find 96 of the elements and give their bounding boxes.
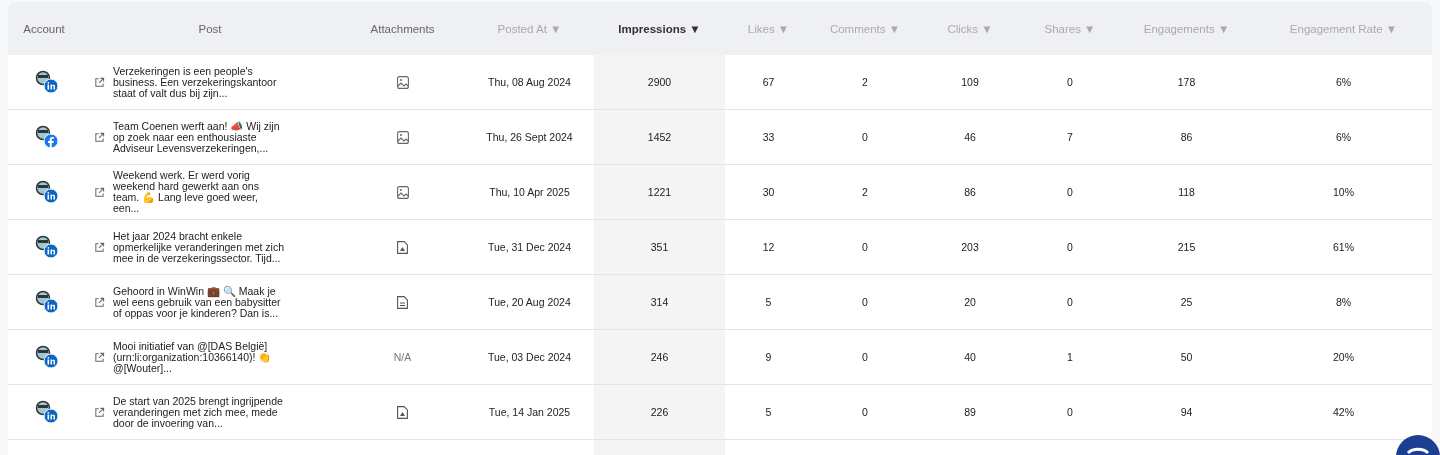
column-header: Attachments xyxy=(340,2,465,55)
table-cell: 246 xyxy=(650,351,669,363)
table-cell: 5 xyxy=(765,296,772,308)
table-cell: Tue, 31 Dec 2024 xyxy=(487,241,572,253)
table-cell: Tue, 20 Aug 2024 xyxy=(488,296,571,308)
table-cell: 0 xyxy=(862,351,868,363)
post-text: Team Coenen werft aan! 📣 Wij zijn op zoek naar een enthousiaste Adviseur Levensverzekeringen,... xyxy=(113,120,281,154)
column-header: Post xyxy=(80,2,340,55)
external-link-icon[interactable] xyxy=(94,241,105,253)
table-cell: 0 xyxy=(862,131,868,143)
table-cell: 42% xyxy=(1333,406,1354,418)
table-cell: 61% xyxy=(1333,241,1354,253)
table-cell: 178 xyxy=(1177,76,1196,88)
table-cell: 203 xyxy=(961,241,979,253)
column-header[interactable]: Clicks ▼ xyxy=(918,2,1022,55)
account-avatar-with-linkedin-badge-icon xyxy=(35,180,59,204)
account-avatar-with-linkedin-badge-icon xyxy=(35,345,59,369)
table-cell: 50 xyxy=(1180,351,1193,363)
table-cell: 20 xyxy=(964,296,976,308)
column-header[interactable]: Posted At ▼ xyxy=(465,2,594,55)
table-cell: 86 xyxy=(964,186,976,198)
table-cell: 0 xyxy=(862,296,868,308)
table-cell: 0 xyxy=(1067,406,1073,418)
column-header[interactable]: Engagement Rate ▼ xyxy=(1255,2,1432,55)
column-header[interactable]: Engagements ▼ xyxy=(1118,2,1255,55)
post-text: Gehoord in WinWin 💼 🔍 Maak je wel eens gebruik van een babysitter of oppas voor je kinderen? Dan is... xyxy=(113,285,282,319)
table-cell: 2900 xyxy=(647,76,672,88)
table-cell: Thu, 26 Sept 2024 xyxy=(486,131,573,143)
table-cell: 0 xyxy=(1067,76,1073,88)
table-cell: 8% xyxy=(1335,296,1352,308)
table-cell: 2 xyxy=(862,76,868,88)
table-cell: 226 xyxy=(650,406,669,418)
table-cell: 86 xyxy=(1180,131,1193,143)
account-avatar-with-linkedin-badge-icon xyxy=(35,400,59,424)
file-icon xyxy=(397,240,408,254)
table-cell: 94 xyxy=(1180,406,1193,418)
table-cell: 25 xyxy=(1180,296,1193,308)
column-header[interactable]: Likes ▼ xyxy=(725,2,812,55)
table-cell: 10% xyxy=(1333,186,1354,198)
column-header[interactable]: Shares ▼ xyxy=(1022,2,1118,55)
table-cell: 109 xyxy=(961,76,979,88)
table-cell: 118 xyxy=(1178,186,1195,198)
account-avatar-with-linkedin-badge-icon xyxy=(35,290,59,314)
table-cell: 33 xyxy=(762,131,775,143)
external-link-icon[interactable] xyxy=(94,296,105,308)
external-link-icon[interactable] xyxy=(94,186,105,198)
external-link-icon[interactable] xyxy=(94,131,105,143)
account-avatar-with-facebook-badge-icon xyxy=(35,125,59,149)
table-cell: 9 xyxy=(765,351,772,363)
external-link-icon[interactable] xyxy=(94,351,105,363)
file-icon xyxy=(397,405,408,419)
external-link-icon[interactable] xyxy=(94,76,105,88)
table-cell: 5 xyxy=(765,406,772,418)
external-link-icon[interactable] xyxy=(94,406,105,418)
table-cell: 2 xyxy=(862,186,868,198)
table-cell: Tue, 14 Jan 2025 xyxy=(488,406,571,418)
post-text: Weekend werk. Er werd vorig weekend hard gewerkt aan ons team. 💪 Lang leve goed weer, een... xyxy=(113,170,260,214)
table-cell: 20% xyxy=(1333,351,1354,363)
table-cell: 67 xyxy=(762,76,775,88)
chat-button-icon[interactable] xyxy=(1396,435,1440,455)
table-cell: 40 xyxy=(964,351,976,363)
column-header[interactable]: Comments ▼ xyxy=(812,2,918,55)
post-text: De start van 2025 brengt ingrijpende veranderingen met zich mee, mede door de invoering van... xyxy=(113,395,284,429)
table-cell: 1 xyxy=(1067,351,1073,363)
table-cell: 6% xyxy=(1335,131,1352,143)
table-cell: 0 xyxy=(862,406,868,418)
table-cell: 6% xyxy=(1335,76,1352,88)
image-icon xyxy=(396,130,409,144)
table-cell: 0 xyxy=(1067,186,1073,198)
table-cell: 1452 xyxy=(647,131,672,143)
table-cell: 1221 xyxy=(647,186,672,198)
account-avatar-with-linkedin-badge-icon xyxy=(35,70,59,94)
image-icon xyxy=(396,75,409,89)
table-cell: Thu, 08 Aug 2024 xyxy=(488,76,571,88)
column-header: Account xyxy=(8,2,80,55)
table-cell: 30 xyxy=(762,186,775,198)
post-text: Het jaar 2024 bracht enkele opmerkelijke veranderingen met zich mee in de verzekeringssector. Tijd... xyxy=(113,230,285,264)
table-cell: 0 xyxy=(862,241,868,253)
table-cell: 46 xyxy=(964,131,976,143)
post-text: Verzekeringen is een people's business. Een verzekeringskantoor staat of valt dus bij zijn... xyxy=(113,65,278,99)
table-cell: 89 xyxy=(964,406,976,418)
table-cell: 215 xyxy=(1177,241,1196,253)
image-icon xyxy=(396,185,409,199)
table-cell: 7 xyxy=(1067,131,1073,143)
table-cell: Thu, 10 Apr 2025 xyxy=(489,186,570,198)
table-cell: N/A xyxy=(393,351,412,363)
table-cell: 314 xyxy=(650,296,669,308)
table-cell: 0 xyxy=(1067,241,1073,253)
account-avatar-with-linkedin-badge-icon xyxy=(35,235,59,259)
table-cell: 12 xyxy=(762,241,775,253)
document-icon xyxy=(397,295,408,309)
table-cell: 0 xyxy=(1067,296,1073,308)
table-cell: 351 xyxy=(650,241,669,253)
column-header[interactable]: Impressions ▼ xyxy=(594,2,725,55)
post-text: Mooi initiatief van @[DAS België] (urn:li:organization:10366140)! 👏 @[Wouter]... xyxy=(113,340,273,374)
table-cell: Tue, 03 Dec 2024 xyxy=(487,351,572,363)
